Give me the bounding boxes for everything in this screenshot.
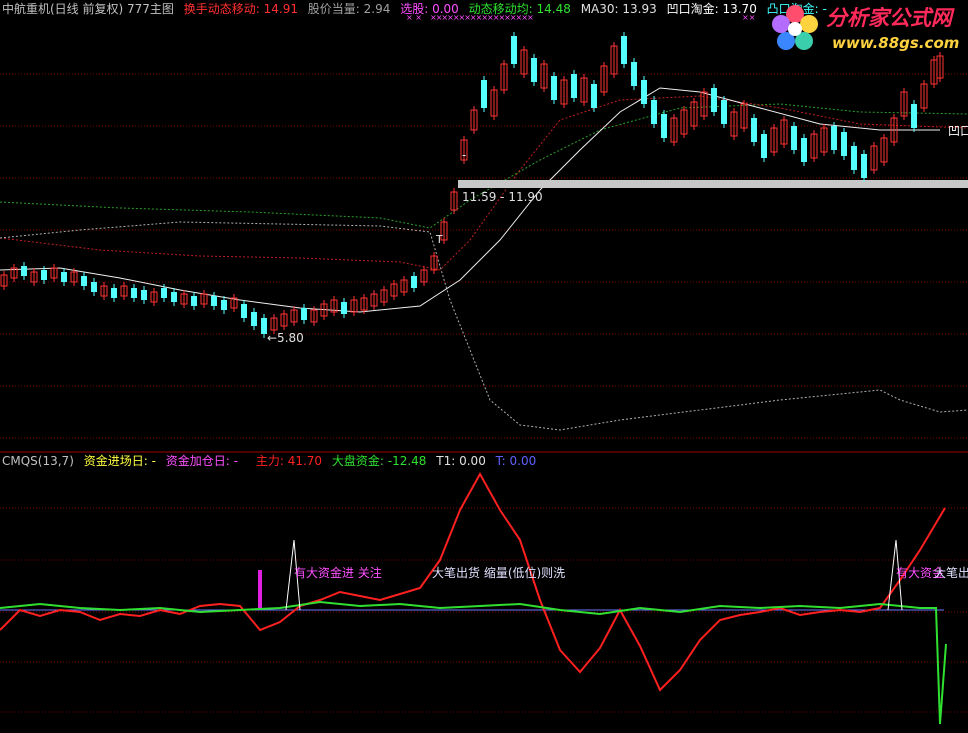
low-price-label: ←5.80 (267, 331, 304, 345)
t1-value: 0.00 (459, 454, 486, 468)
chart-title[interactable]: 中航重机(日线 前复权) 777主图 (2, 2, 174, 16)
candle-body-down (551, 76, 557, 100)
price-chart (0, 32, 968, 431)
signal-marks-1: × × (406, 13, 422, 22)
signal-marks-3: ×× (742, 13, 756, 22)
candle-body-down (621, 36, 627, 64)
candle-body-down (791, 126, 797, 150)
akt-label: 凹口淘金: (666, 2, 719, 16)
flower-logo-icon (772, 5, 818, 50)
candle-body-down (801, 138, 807, 162)
candle-body-down (211, 296, 217, 306)
gjdl-label: 股价当量: (307, 2, 360, 16)
candle-body-down (241, 304, 247, 318)
candle-body-down (661, 114, 667, 138)
candle-body-down (91, 282, 97, 292)
right-edge-label: 凹口 (948, 124, 968, 138)
candle-body-down (411, 276, 417, 288)
zjjc2-value: - (233, 454, 238, 468)
candle-body-down (751, 118, 757, 142)
zjjc-value: - (151, 454, 156, 468)
candle-body-down (171, 292, 177, 302)
candle-body-down (591, 84, 597, 108)
fund-entry-bar (258, 570, 262, 608)
dp-label: 大盘资金: (331, 454, 384, 468)
band-line-green (0, 103, 968, 229)
candle-body-down (81, 276, 87, 286)
candle-body-down (571, 74, 577, 98)
gjdl-value: 2.94 (363, 2, 391, 16)
candle-body-down (341, 302, 347, 314)
signal-label-4: 大笔出 (934, 566, 968, 580)
candle-body-down (191, 296, 197, 306)
hsdt-value: 14.91 (263, 2, 298, 16)
candle-body-down (911, 104, 917, 128)
oscillator-chart (0, 471, 947, 725)
market-fund-line (0, 600, 947, 725)
band-line-gray (0, 221, 968, 431)
candle-body-down (41, 270, 47, 280)
chart-canvas[interactable] (0, 0, 968, 733)
hsdt-label: 换手动态移动: (183, 2, 260, 16)
indicator-name[interactable]: CMQS(13,7) (2, 454, 74, 468)
dash-marker: - (462, 148, 467, 162)
ma30-label: MA30: (580, 2, 619, 16)
candle-body-down (841, 132, 847, 156)
candle-body-down (831, 126, 837, 150)
logo-url-text: www.88gs.com (832, 34, 960, 52)
lower-header: CMQS(13,7) 资金进场日: - 资金加仓日: - 主力: 41.70 大… (2, 454, 542, 468)
candle-body-down (651, 100, 657, 124)
signal-label-2: 大笔出货 缩量(低位)则洗 (432, 566, 566, 580)
resistance-label: 11.59 - 11.90 (462, 190, 543, 204)
candle-body-down (481, 80, 487, 108)
candle-body-down (721, 100, 727, 124)
dp-value: -12.48 (387, 454, 427, 468)
candle-body-down (761, 134, 767, 158)
candle-body-down (641, 80, 647, 104)
zjjc2-label: 资金加仓日: (165, 454, 230, 468)
candle-body-down (61, 272, 67, 282)
candle-body-down (511, 36, 517, 64)
signal-label-1: 有大资金进 关注 (294, 566, 382, 580)
candle-body-down (21, 266, 27, 276)
candle-body-down (711, 88, 717, 112)
signal-marks-2: ×××××××××××××××××× (430, 13, 534, 22)
candle-body-down (111, 288, 117, 298)
t1-label: T1: (436, 454, 456, 468)
candle-body-down (221, 300, 227, 310)
candle-body-down (631, 62, 637, 86)
candle-body-down (131, 288, 137, 298)
main-force-line (0, 471, 946, 692)
candle-body-down (251, 312, 257, 326)
ma30-value: 13.93 (622, 2, 657, 16)
zl-value: 41.70 (287, 454, 323, 468)
candle-body-down (851, 146, 857, 170)
site-logo[interactable]: 分析家公式网 www.88gs.com (768, 2, 966, 56)
grid-lines (0, 73, 968, 713)
candle-body-down (531, 58, 537, 82)
candle-body-down (301, 308, 307, 320)
zl-label: 主力: (255, 454, 284, 468)
candle-body-down (861, 154, 867, 178)
dtyd-value: 14.48 (536, 2, 571, 16)
resistance-bar (458, 180, 968, 188)
logo-brand-text: 分析家公式网 (826, 6, 952, 30)
t-value: 0.00 (509, 454, 537, 468)
t-label: T: (495, 454, 506, 468)
t-marker: T (436, 233, 443, 246)
zjjc-label: 资金进场日: (83, 454, 148, 468)
candle-body-down (141, 290, 147, 300)
candle-body-down (161, 288, 167, 298)
